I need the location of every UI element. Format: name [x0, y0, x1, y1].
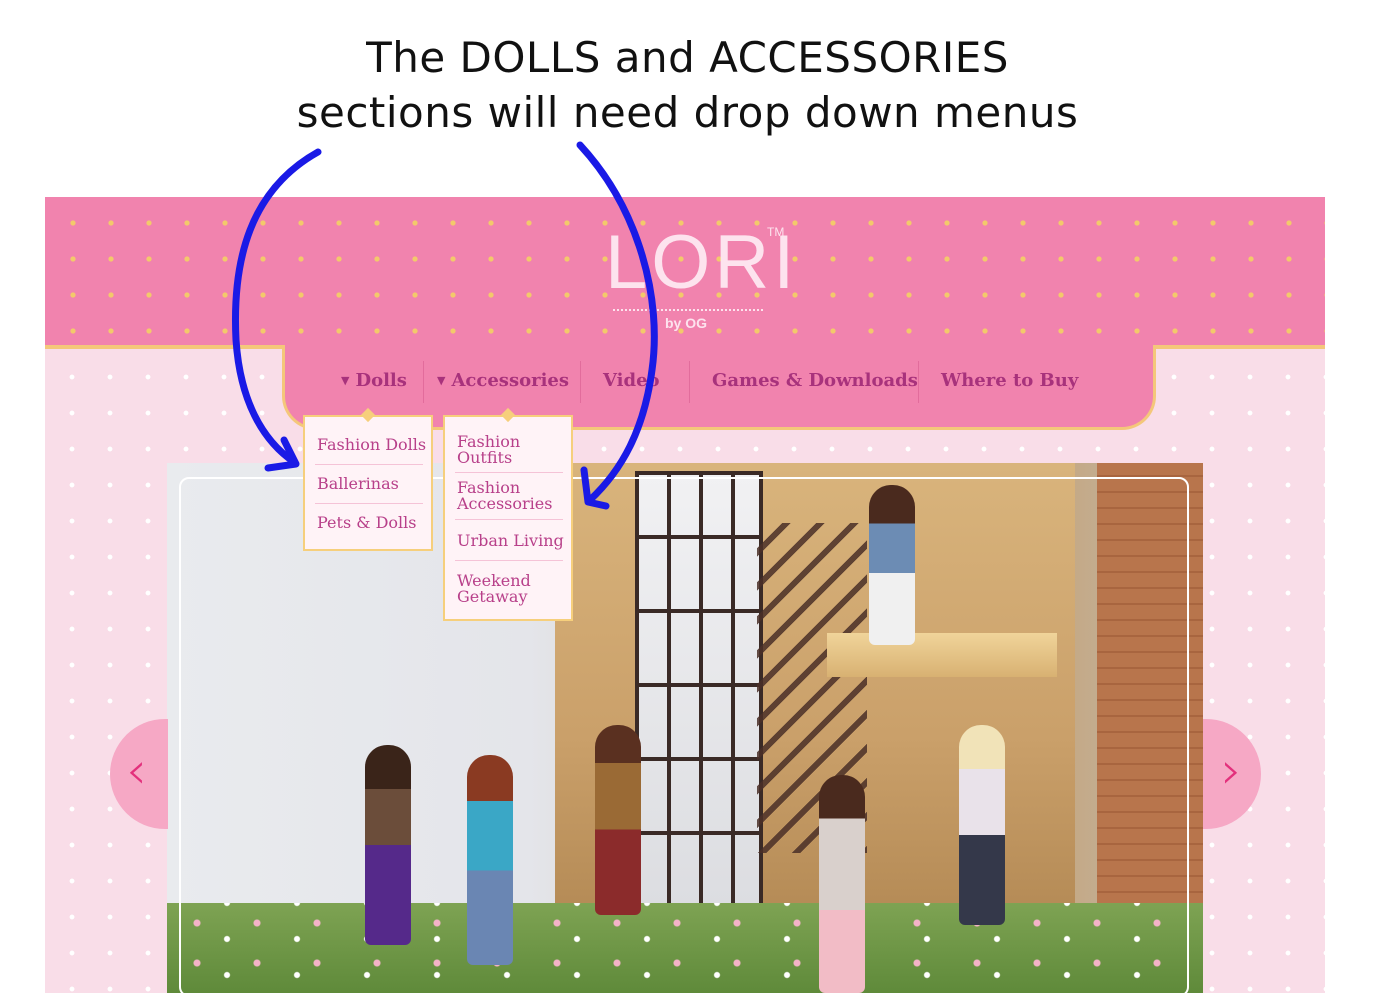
menu-item-ballerinas[interactable]: Ballerinas	[317, 476, 399, 492]
nav-divider	[423, 361, 424, 403]
website-mockup: LORI TM by OG ▼ Dolls ▼ Accessories Video …	[45, 197, 1325, 993]
annotation-line-2: sections will need drop down menus	[296, 88, 1079, 137]
accessories-dropdown-menu: Fashion Outfits Fashion Accessories Urba…	[443, 407, 573, 621]
carousel-next-button[interactable]: ›	[1203, 719, 1261, 829]
menu-divider	[455, 472, 563, 473]
menu-divider	[315, 464, 423, 465]
menu-item-line: Accessories	[457, 494, 553, 513]
nav-item-games-downloads[interactable]: Games & Downloads	[712, 359, 918, 403]
logo-dotted-line	[613, 309, 763, 311]
nav-divider	[918, 361, 919, 403]
menu-item-fashion-outfits[interactable]: Fashion Outfits	[457, 434, 520, 466]
menu-divider	[455, 519, 563, 520]
menu-item-urban-living[interactable]: Urban Living	[457, 533, 564, 549]
site-header: LORI TM by OG	[45, 197, 1325, 347]
hero-frame-border	[179, 477, 1189, 993]
nav-divider	[580, 361, 581, 403]
logo-byline: by OG	[665, 315, 708, 331]
menu-item-pets-dolls[interactable]: Pets & Dolls	[317, 515, 416, 531]
dolls-dropdown-menu: Fashion Dolls Ballerinas Pets & Dolls	[303, 407, 433, 551]
nav-divider	[689, 361, 690, 403]
menu-item-line: Outfits	[457, 448, 513, 467]
menu-item-fashion-accessories[interactable]: Fashion Accessories	[457, 480, 552, 512]
logo-trademark: TM	[767, 225, 785, 239]
annotation-line-1: The DOLLS and ACCESSORIES	[366, 33, 1009, 82]
menu-divider	[315, 503, 423, 504]
nav-item-dolls[interactable]: ▼ Dolls	[341, 359, 407, 403]
nav-item-video[interactable]: Video	[603, 359, 660, 403]
nav-item-accessories[interactable]: ▼ Accessories	[437, 359, 569, 403]
menu-item-fashion-dolls[interactable]: Fashion Dolls	[317, 437, 426, 453]
caret-down-icon: ▼	[341, 374, 350, 387]
nav-item-where-to-buy[interactable]: Where to Buy	[941, 359, 1078, 403]
annotation-text: The DOLLS and ACCESSORIES sections will …	[0, 30, 1375, 140]
menu-item-weekend-getaway[interactable]: Weekend Getaway	[457, 573, 531, 605]
nav-label-dolls: Dolls	[355, 370, 407, 391]
caret-down-icon: ▼	[437, 374, 446, 387]
carousel-prev-button[interactable]: ‹	[110, 719, 168, 829]
lori-logo[interactable]: LORI TM by OG	[605, 213, 794, 333]
nav-label-accessories: Accessories	[451, 370, 569, 391]
menu-item-line: Getaway	[457, 587, 528, 606]
chevron-left-icon: ‹	[126, 741, 147, 801]
menu-divider	[455, 560, 563, 561]
chevron-right-icon: ›	[1221, 741, 1242, 801]
